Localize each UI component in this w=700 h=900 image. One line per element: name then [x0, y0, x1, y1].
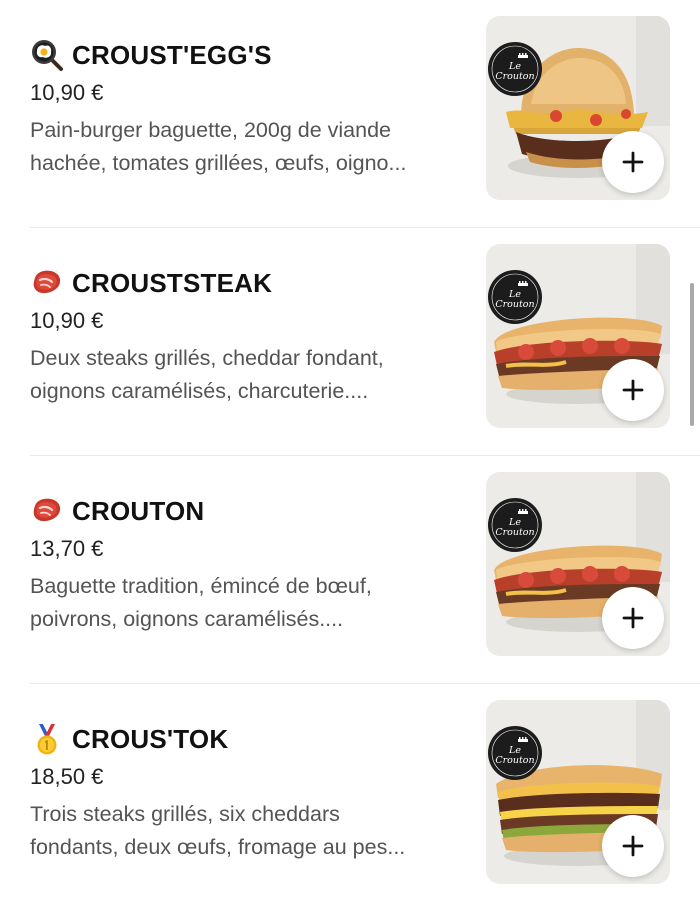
plus-icon	[621, 606, 645, 630]
description-line: Pain-burger baguette, 200g de viande	[30, 118, 391, 142]
description-line: poivrons, oignons caramélisés....	[30, 607, 344, 631]
add-to-cart-button[interactable]	[602, 587, 664, 649]
menu-item-info: CROUST'EGG'S 10,90 € Pain-burger baguett…	[30, 36, 475, 180]
menu-item-image[interactable]: Le Crouton	[486, 700, 670, 884]
menu-item-name: CROUSTSTEAK	[72, 267, 273, 298]
menu-item-crouton[interactable]: CROUTON 13,70 € Baguette tradition, émin…	[0, 456, 700, 684]
fried-egg-pan-icon	[30, 38, 64, 72]
le-crouton-logo: Le Crouton	[488, 42, 542, 96]
menu-item-name-row: CROUTON	[30, 492, 475, 530]
menu-item-description: Pain-burger baguette, 200g de viande hac…	[30, 114, 480, 180]
menu-item-description: Deux steaks grillés, cheddar fondant, oi…	[30, 342, 480, 408]
svg-text:Crouton: Crouton	[495, 527, 534, 538]
menu-item-name: CROUS'TOK	[72, 723, 229, 754]
plus-icon	[621, 834, 645, 858]
add-to-cart-button[interactable]	[602, 131, 664, 193]
svg-text:Crouton: Crouton	[495, 755, 534, 766]
description-line: hachée, tomates grillées, œufs, oigno...	[30, 151, 407, 175]
menu-item-description: Baguette tradition, émincé de bœuf, poiv…	[30, 570, 480, 636]
plus-icon	[621, 378, 645, 402]
add-to-cart-button[interactable]	[602, 359, 664, 421]
menu-item-name-row: CROUST'EGG'S	[30, 36, 475, 74]
menu-item-info: CROUS'TOK 18,50 € Trois steaks grillés, …	[30, 720, 475, 864]
add-to-cart-button[interactable]	[602, 815, 664, 877]
menu-item-image[interactable]: Le Crouton	[486, 16, 670, 200]
menu-item-info: CROUSTSTEAK 10,90 € Deux steaks grillés,…	[30, 264, 475, 408]
menu-item-crous-tok[interactable]: CROUS'TOK 18,50 € Trois steaks grillés, …	[0, 684, 700, 900]
menu-item-image[interactable]: Le Crouton	[486, 244, 670, 428]
menu-item-image[interactable]: Le Crouton	[486, 472, 670, 656]
menu-item-croussteak[interactable]: CROUSTSTEAK 10,90 € Deux steaks grillés,…	[0, 228, 700, 456]
menu-item-crousteggs[interactable]: CROUST'EGG'S 10,90 € Pain-burger baguett…	[0, 0, 700, 228]
le-crouton-logo: Le Crouton	[488, 726, 542, 780]
description-line: Baguette tradition, émincé de bœuf,	[30, 574, 372, 598]
menu-list: CROUST'EGG'S 10,90 € Pain-burger baguett…	[0, 0, 700, 900]
menu-item-name: CROUTON	[72, 495, 205, 526]
menu-item-price: 18,50 €	[30, 764, 104, 789]
svg-text:Crouton: Crouton	[495, 71, 534, 82]
scrollbar[interactable]	[690, 283, 694, 426]
menu-item-info: CROUTON 13,70 € Baguette tradition, émin…	[30, 492, 475, 636]
svg-text:Crouton: Crouton	[495, 299, 534, 310]
description-line: Deux steaks grillés, cheddar fondant,	[30, 346, 384, 370]
menu-item-price: 10,90 €	[30, 80, 104, 105]
description-line: oignons caramélisés, charcuterie....	[30, 379, 369, 403]
menu-item-name-row: CROUS'TOK	[30, 720, 475, 758]
menu-item-price: 10,90 €	[30, 308, 104, 333]
menu-item-description: Trois steaks grillés, six cheddars fonda…	[30, 798, 480, 864]
menu-item-name: CROUST'EGG'S	[72, 39, 272, 70]
le-crouton-logo: Le Crouton	[488, 270, 542, 324]
steak-icon	[30, 266, 64, 300]
steak-icon	[30, 494, 64, 528]
plus-icon	[621, 150, 645, 174]
menu-item-price: 13,70 €	[30, 536, 104, 561]
menu-item-name-row: CROUSTSTEAK	[30, 264, 475, 302]
le-crouton-logo: Le Crouton	[488, 498, 542, 552]
gold-medal-icon	[30, 722, 64, 756]
description-line: fondants, deux œufs, fromage au pes...	[30, 835, 406, 859]
description-line: Trois steaks grillés, six cheddars	[30, 802, 340, 826]
